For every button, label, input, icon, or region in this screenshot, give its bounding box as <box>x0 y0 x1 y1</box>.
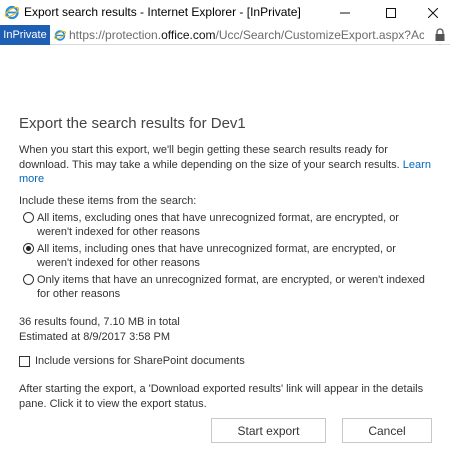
url-prefix: https://protection. <box>69 28 162 42</box>
radio-button[interactable] <box>23 274 34 285</box>
export-footnote: After starting the export, a 'Download e… <box>19 383 424 410</box>
ie-icon <box>4 5 20 20</box>
results-summary: 36 results found, 7.10 MB in total Estim… <box>19 315 180 344</box>
url-field[interactable]: https://protection.office.com/Ucc/Search… <box>69 28 424 42</box>
close-button[interactable] <box>416 0 450 25</box>
option-label: All items, excluding ones that have unre… <box>37 212 399 238</box>
url-suffix: /Ucc/Search/CustomizeExport.aspx?Activit… <box>215 28 424 42</box>
include-items-label: Include these items from the search: <box>19 195 197 207</box>
results-found: 36 results found, 7.10 MB in total <box>19 316 180 328</box>
maximize-icon <box>386 7 396 18</box>
minimize-icon <box>340 12 350 13</box>
maximize-button[interactable] <box>374 0 408 25</box>
title-bar: Export search results - Internet Explore… <box>0 0 450 25</box>
estimated-time: Estimated at 8/9/2017 3:58 PM <box>19 330 171 343</box>
radio-button[interactable] <box>23 212 34 223</box>
start-export-button[interactable]: Start export <box>211 418 326 443</box>
page-title: Export the search results for Dev1 <box>19 115 246 132</box>
inprivate-badge: InPrivate <box>0 25 50 45</box>
lock-icon[interactable] <box>434 28 446 42</box>
intro-text: When you start this export, we'll begin … <box>19 143 439 187</box>
url-domain: office.com <box>161 28 216 42</box>
cancel-button[interactable]: Cancel <box>342 418 432 443</box>
close-icon <box>428 7 438 18</box>
ie-page-icon <box>54 30 66 41</box>
option-label: Only items that have an unrecognized for… <box>37 274 425 300</box>
sharepoint-versions-label: Include versions for SharePoint document… <box>35 355 245 367</box>
sharepoint-versions-checkbox[interactable] <box>19 356 30 367</box>
intro-body: When you start this export, we'll begin … <box>19 144 403 171</box>
option-label: All items, including ones that have unre… <box>37 243 396 269</box>
minimize-button[interactable] <box>328 0 362 25</box>
address-bar: InPrivate https://protection.office.com/… <box>0 25 450 45</box>
radio-button-selected[interactable] <box>23 243 34 254</box>
window-title: Export search results - Internet Explore… <box>24 5 301 19</box>
